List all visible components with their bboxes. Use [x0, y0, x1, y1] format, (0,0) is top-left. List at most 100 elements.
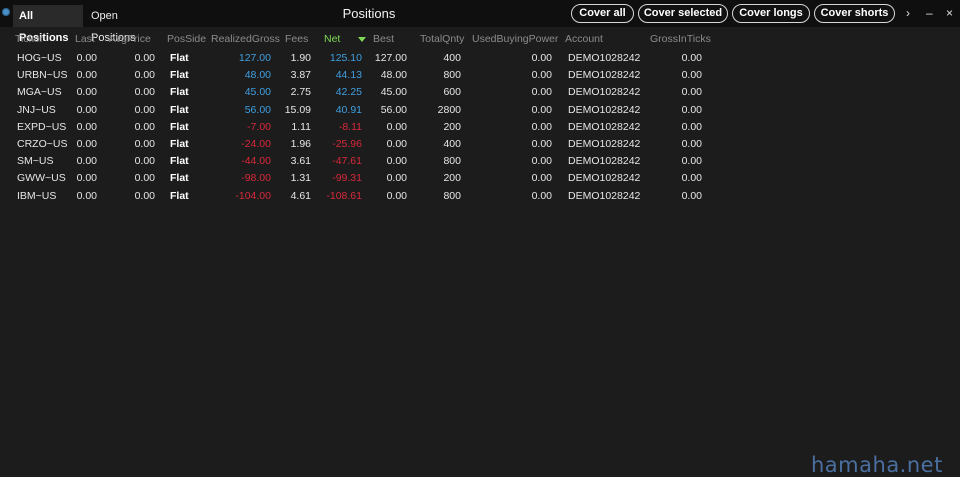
cell-total-qnty: 200: [443, 120, 461, 133]
cell-fees: 3.87: [290, 69, 311, 82]
cell-fees: 3.61: [290, 155, 311, 168]
cell-net: -99.31: [332, 172, 362, 185]
col-account[interactable]: Account: [565, 33, 603, 45]
cover-selected-button[interactable]: Cover selected: [638, 4, 728, 23]
cell-last: 0.00: [76, 69, 97, 82]
cell-best: 0.00: [386, 138, 407, 150]
cell-gross-in-ticks: 0.00: [681, 103, 702, 116]
col-gross-in-ticks[interactable]: GrossInTicks: [650, 33, 711, 45]
cell-best: 56.00: [380, 103, 407, 116]
col-avg-price[interactable]: AvgPrice: [109, 33, 151, 45]
cell-pos-side: Flat: [170, 52, 189, 64]
col-realized-gross[interactable]: RealizedGross: [211, 33, 280, 45]
cell-gross-in-ticks: 0.00: [681, 189, 702, 202]
cell-best: 45.00: [380, 86, 407, 99]
cell-pos-side: Flat: [170, 86, 189, 99]
minimize-icon[interactable]: –: [926, 5, 933, 21]
col-best[interactable]: Best: [373, 33, 394, 45]
cell-used-buying-power: 0.00: [531, 172, 552, 185]
table-row[interactable]: MGA~US 0.00 0.00 Flat 45.00 2.75 42.25 45.00 600…: [0, 84, 710, 101]
cell-last: 0.00: [76, 52, 97, 64]
cell-account: DEMO1028242: [568, 189, 641, 202]
cell-gross-in-ticks: 0.00: [681, 120, 702, 133]
cell-avg-price: 0.00: [134, 120, 155, 133]
cell-pos-side: Flat: [170, 172, 189, 185]
cover-longs-button[interactable]: Cover longs: [732, 4, 810, 23]
cell-pos-side: Flat: [170, 120, 189, 133]
cell-account: DEMO1028242: [568, 155, 641, 168]
cell-gross-in-ticks: 0.00: [681, 69, 702, 82]
cell-total-qnty: 600: [443, 86, 461, 99]
cell-used-buying-power: 0.00: [531, 138, 552, 150]
cell-account: DEMO1028242: [568, 52, 641, 64]
col-fees[interactable]: Fees: [285, 33, 308, 45]
cell-account: DEMO1028242: [568, 86, 641, 99]
col-last[interactable]: Last: [75, 33, 95, 45]
cell-used-buying-power: 0.00: [531, 86, 552, 99]
cell-total-qnty: 800: [443, 189, 461, 202]
table-header: Ticker Last AvgPrice PosSide RealizedGro…: [0, 28, 711, 48]
cell-realized-gross: 48.00: [244, 69, 271, 82]
table-row[interactable]: GWW~US 0.00 0.00 Flat -98.00 1.31 -99.31 0.00 20…: [0, 170, 710, 187]
table-row[interactable]: IBM~US 0.00 0.00 Flat -104.00 4.61 -108.61 0.00…: [0, 188, 710, 205]
cell-avg-price: 0.00: [134, 172, 155, 185]
cell-realized-gross: 127.00: [238, 52, 271, 64]
cell-realized-gross: -44.00: [241, 155, 271, 168]
sort-desc-icon: [358, 37, 366, 42]
tab-open-positions[interactable]: Open Positions: [85, 5, 165, 44]
cell-total-qnty: 800: [443, 69, 461, 82]
cell-used-buying-power: 0.00: [531, 69, 552, 82]
window-title: Positions: [342, 6, 396, 21]
cell-last: 0.00: [76, 189, 97, 202]
cell-best: 0.00: [386, 120, 407, 133]
cell-fees: 1.11: [291, 120, 311, 133]
cell-pos-side: Flat: [170, 69, 189, 82]
cell-total-qnty: 400: [443, 52, 461, 64]
cell-gross-in-ticks: 0.00: [681, 86, 702, 99]
cell-last: 0.00: [76, 155, 97, 168]
col-pos-side[interactable]: PosSide: [167, 33, 206, 45]
cell-net: 42.25: [335, 86, 362, 99]
cover-all-button[interactable]: Cover all: [571, 4, 634, 23]
window-menu-icon[interactable]: [2, 8, 10, 16]
cell-last: 0.00: [76, 103, 97, 116]
cell-fees: 2.75: [290, 86, 311, 99]
cover-shorts-button[interactable]: Cover shorts: [814, 4, 895, 23]
title-bar: All Positions Open Positions Positions C…: [0, 0, 960, 44]
cell-fees: 1.96: [290, 138, 311, 150]
cell-net: -25.96: [332, 138, 362, 150]
cell-avg-price: 0.00: [134, 52, 155, 64]
cell-pos-side: Flat: [170, 103, 189, 116]
table-row[interactable]: SM~US 0.00 0.00 Flat -44.00 3.61 -47.61 0.00 800…: [0, 153, 710, 170]
col-ticker[interactable]: Ticker: [15, 33, 43, 45]
col-total-qnty[interactable]: TotalQnty: [420, 33, 464, 45]
cell-avg-price: 0.00: [134, 138, 155, 150]
cell-pos-side: Flat: [170, 138, 189, 150]
cell-avg-price: 0.00: [134, 69, 155, 82]
table-row[interactable]: CRZO~US 0.00 0.00 Flat -24.00 1.96 -25.96 0.00 4…: [0, 136, 710, 153]
table-row[interactable]: URBN~US 0.00 0.00 Flat 48.00 3.87 44.13 48.00 80…: [0, 67, 710, 84]
tab-all-positions[interactable]: All Positions: [13, 5, 83, 44]
cell-realized-gross: -7.00: [247, 120, 271, 133]
close-icon[interactable]: ×: [946, 5, 953, 21]
cell-last: 0.00: [76, 172, 97, 185]
col-used-buying-power[interactable]: UsedBuyingPower: [472, 33, 558, 45]
cell-last: 0.00: [76, 120, 97, 133]
cell-total-qnty: 2800: [437, 103, 461, 116]
cell-account: DEMO1028242: [568, 172, 641, 185]
more-chevron-icon[interactable]: ›: [906, 5, 910, 21]
cell-fees: 1.90: [290, 52, 311, 64]
cell-avg-price: 0.00: [134, 189, 155, 202]
cell-gross-in-ticks: 0.00: [681, 52, 702, 64]
table-row[interactable]: HOG~US 0.00 0.00 Flat 127.00 1.90 125.10 127.00…: [0, 50, 710, 67]
cell-net: 44.13: [335, 69, 362, 82]
cell-used-buying-power: 0.00: [531, 189, 552, 202]
cell-used-buying-power: 0.00: [531, 120, 552, 133]
cell-used-buying-power: 0.00: [531, 155, 552, 168]
table-row[interactable]: EXPD~US 0.00 0.00 Flat -7.00 1.11 -8.11 0.00 200…: [0, 119, 710, 136]
table-row[interactable]: JNJ~US 0.00 0.00 Flat 56.00 15.09 40.91 56.00 28…: [0, 102, 710, 119]
cell-gross-in-ticks: 0.00: [681, 138, 702, 150]
col-net[interactable]: Net: [324, 33, 340, 45]
cell-fees: 15.09: [284, 103, 311, 116]
cell-total-qnty: 800: [443, 155, 461, 168]
